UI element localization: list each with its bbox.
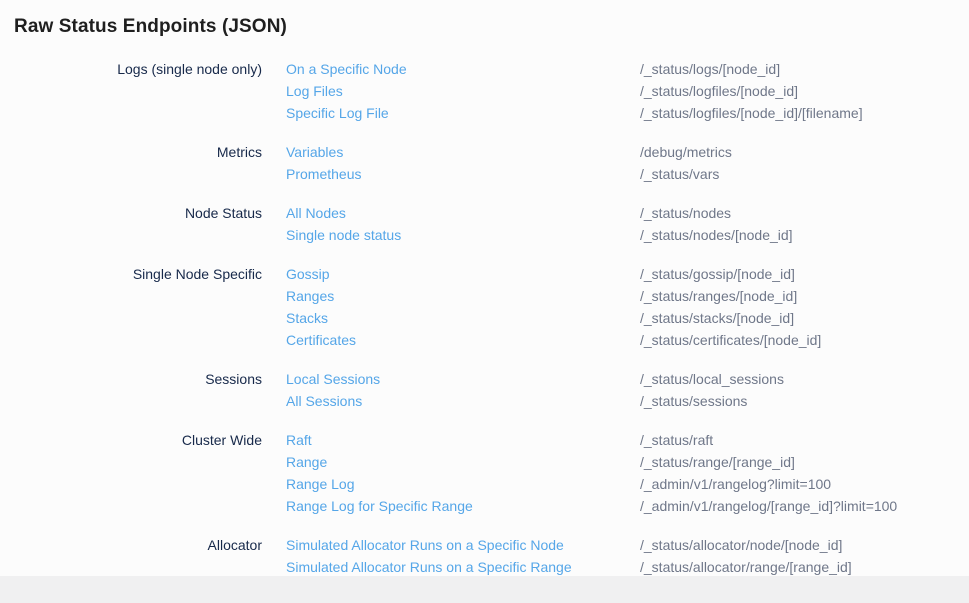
endpoint-path: /_status/certificates/[node_id]	[640, 329, 821, 351]
category-label: Cluster Wide	[14, 429, 262, 517]
endpoint-group-single-node-specific: Single Node Specific Gossip /_status/gos…	[14, 263, 955, 351]
endpoint-row: Variables /debug/metrics	[286, 141, 955, 163]
endpoint-link[interactable]: Raft	[286, 429, 640, 451]
endpoint-link[interactable]: Range Log for Specific Range	[286, 495, 640, 517]
endpoint-row: Specific Log File /_status/logfiles/[nod…	[286, 102, 955, 124]
endpoint-group-node-status: Node Status All Nodes /_status/nodes Sin…	[14, 202, 955, 246]
endpoint-row: All Nodes /_status/nodes	[286, 202, 955, 224]
endpoint-row: Range Log for Specific Range /_admin/v1/…	[286, 495, 955, 517]
endpoint-path: /_status/nodes/[node_id]	[640, 224, 793, 246]
endpoint-row: Gossip /_status/gossip/[node_id]	[286, 263, 955, 285]
endpoint-group-sessions: Sessions Local Sessions /_status/local_s…	[14, 368, 955, 412]
endpoint-link[interactable]: All Sessions	[286, 390, 640, 412]
endpoint-group-metrics: Metrics Variables /debug/metrics Prometh…	[14, 141, 955, 185]
endpoint-link[interactable]: Range Log	[286, 473, 640, 495]
endpoint-path: /_status/ranges/[node_id]	[640, 285, 797, 307]
endpoint-row: Range /_status/range/[range_id]	[286, 451, 955, 473]
endpoint-link[interactable]: Range	[286, 451, 640, 473]
endpoint-row: Certificates /_status/certificates/[node…	[286, 329, 955, 351]
endpoint-row: All Sessions /_status/sessions	[286, 390, 955, 412]
endpoint-path: /_status/range/[range_id]	[640, 451, 795, 473]
endpoint-path: /_status/stacks/[node_id]	[640, 307, 794, 329]
endpoint-path: /_status/gossip/[node_id]	[640, 263, 795, 285]
endpoint-path: /_status/logfiles/[node_id]/[filename]	[640, 102, 863, 124]
endpoint-row: Ranges /_status/ranges/[node_id]	[286, 285, 955, 307]
category-label: Logs (single node only)	[14, 58, 262, 124]
endpoint-link[interactable]: Certificates	[286, 329, 640, 351]
endpoint-path: /_status/local_sessions	[640, 368, 784, 390]
endpoint-path: /debug/metrics	[640, 141, 732, 163]
endpoints-table: Logs (single node only) On a Specific No…	[14, 58, 955, 576]
endpoint-group-logs: Logs (single node only) On a Specific No…	[14, 58, 955, 124]
endpoint-row: Log Files /_status/logfiles/[node_id]	[286, 80, 955, 102]
endpoint-row: Raft /_status/raft	[286, 429, 955, 451]
category-label: Node Status	[14, 202, 262, 246]
endpoint-link[interactable]: Stacks	[286, 307, 640, 329]
endpoint-link[interactable]: Simulated Allocator Runs on a Specific N…	[286, 534, 640, 556]
endpoint-link[interactable]: Log Files	[286, 80, 640, 102]
endpoint-link[interactable]: On a Specific Node	[286, 58, 640, 80]
endpoint-row: Prometheus /_status/vars	[286, 163, 955, 185]
endpoint-row: Range Log /_admin/v1/rangelog?limit=100	[286, 473, 955, 495]
endpoint-link[interactable]: Specific Log File	[286, 102, 640, 124]
endpoint-path: /_status/logfiles/[node_id]	[640, 80, 798, 102]
endpoint-path: /_status/vars	[640, 163, 719, 185]
category-label: Sessions	[14, 368, 262, 412]
endpoint-link[interactable]: Prometheus	[286, 163, 640, 185]
endpoint-row: Local Sessions /_status/local_sessions	[286, 368, 955, 390]
category-label: Single Node Specific	[14, 263, 262, 351]
endpoint-row: Stacks /_status/stacks/[node_id]	[286, 307, 955, 329]
endpoint-group-allocator: Allocator Simulated Allocator Runs on a …	[14, 534, 955, 576]
endpoint-row: Single node status /_status/nodes/[node_…	[286, 224, 955, 246]
category-label: Allocator	[14, 534, 262, 576]
endpoint-path: /_status/nodes	[640, 202, 731, 224]
endpoint-link[interactable]: Single node status	[286, 224, 640, 246]
endpoint-row: Simulated Allocator Runs on a Specific N…	[286, 534, 955, 556]
page-title: Raw Status Endpoints (JSON)	[14, 15, 955, 38]
endpoint-link[interactable]: All Nodes	[286, 202, 640, 224]
endpoint-link[interactable]: Variables	[286, 141, 640, 163]
endpoint-path: /_status/raft	[640, 429, 713, 451]
endpoint-path: /_status/sessions	[640, 390, 747, 412]
endpoint-path: /_status/allocator/node/[node_id]	[640, 534, 842, 556]
endpoint-link[interactable]: Ranges	[286, 285, 640, 307]
endpoint-row: Simulated Allocator Runs on a Specific R…	[286, 556, 955, 576]
endpoint-link[interactable]: Gossip	[286, 263, 640, 285]
endpoint-link[interactable]: Local Sessions	[286, 368, 640, 390]
endpoint-link[interactable]: Simulated Allocator Runs on a Specific R…	[286, 556, 640, 576]
endpoint-path: /_admin/v1/rangelog?limit=100	[640, 473, 831, 495]
endpoint-path: /_status/logs/[node_id]	[640, 58, 780, 80]
endpoint-group-cluster-wide: Cluster Wide Raft /_status/raft Range /_…	[14, 429, 955, 517]
raw-status-endpoints-page: Raw Status Endpoints (JSON) Logs (single…	[0, 0, 969, 576]
category-label: Metrics	[14, 141, 262, 185]
endpoint-row: On a Specific Node /_status/logs/[node_i…	[286, 58, 955, 80]
endpoint-path: /_status/allocator/range/[range_id]	[640, 556, 852, 576]
endpoint-path: /_admin/v1/rangelog/[range_id]?limit=100	[640, 495, 897, 517]
